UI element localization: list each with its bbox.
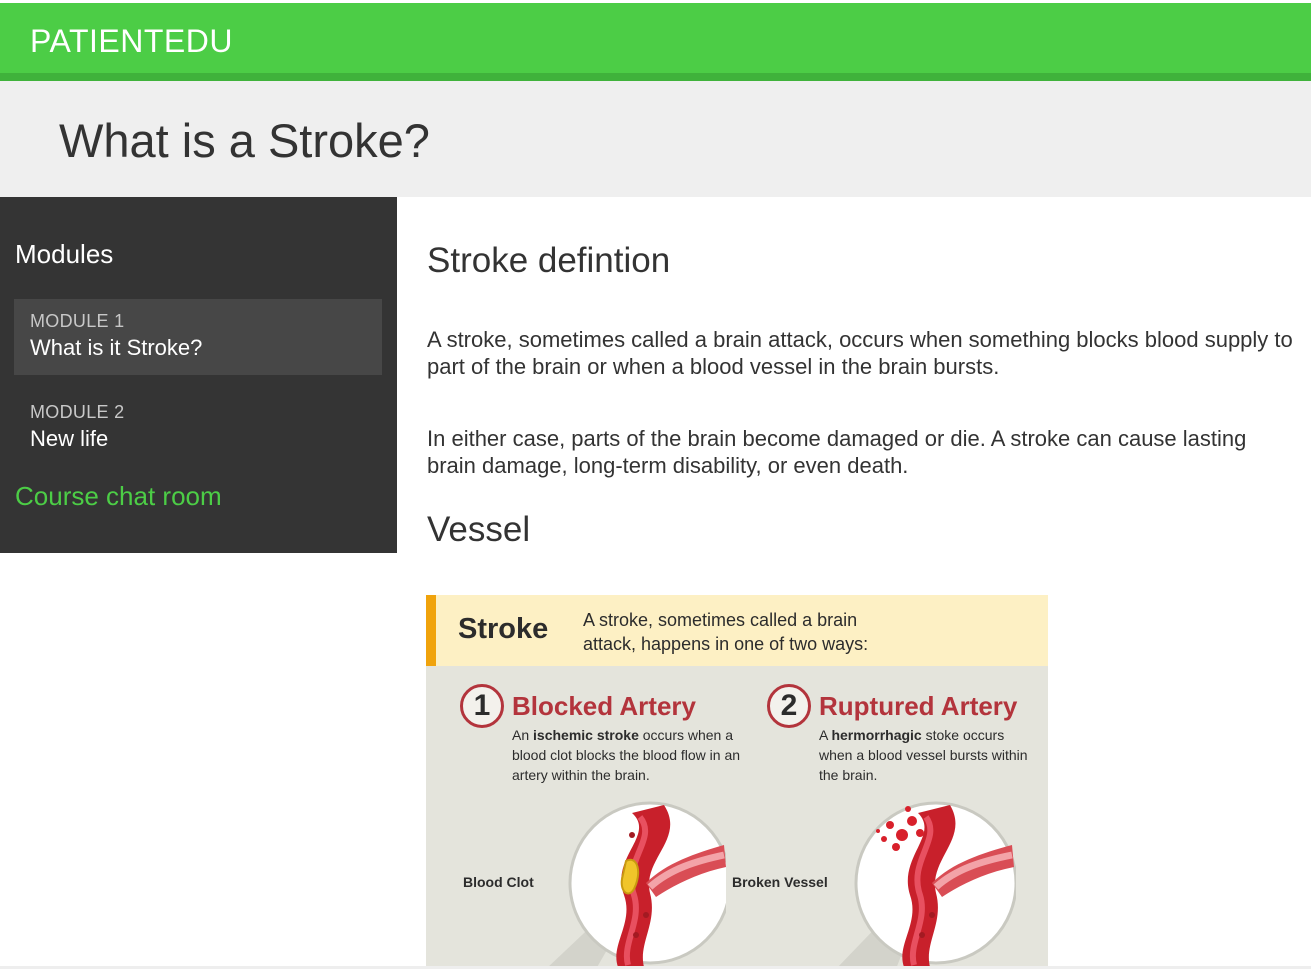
page-title: What is a Stroke?: [59, 114, 430, 167]
infographic-intro: A stroke, sometimes called a brain attac…: [583, 610, 869, 654]
broken-vessel-illustration: [836, 801, 1016, 969]
module-number: MODULE 2: [30, 402, 125, 422]
section-title-vessel: Vessel: [427, 510, 531, 549]
way-description-ruptured-artery: A hermorrhagic stoke occurs when a blood…: [819, 725, 1029, 785]
desc-bold-text: ischemic stroke: [533, 727, 639, 743]
section-title-definition: Stroke defintion: [427, 241, 671, 280]
way-number-badge: 2: [767, 684, 811, 728]
brand-logo[interactable]: PATIENTEDU: [30, 23, 233, 60]
module-title: What is it Stroke?: [30, 335, 203, 360]
sidebar-item-module-1[interactable]: MODULE 1 What is it Stroke?: [14, 299, 382, 375]
infographic-header: Stroke A stroke, sometimes called a brai…: [426, 595, 1048, 666]
blood-clot-illustration: [546, 801, 726, 969]
modules-sidebar: Modules MODULE 1 What is it Stroke? MODU…: [0, 197, 397, 553]
navbar: PATIENTEDU: [0, 3, 1311, 75]
sidebar-item-module-2[interactable]: MODULE 2 New life: [14, 390, 382, 466]
navbar-underline: [0, 73, 1311, 81]
broken-vessel-label: Broken Vessel: [732, 874, 828, 890]
desc-text: A: [819, 727, 832, 743]
way-title-ruptured-artery: Ruptured Artery: [819, 691, 1018, 721]
course-chat-room-link[interactable]: Course chat room: [15, 481, 222, 512]
way-title-blocked-artery: Blocked Artery: [512, 691, 696, 721]
page-header: What is a Stroke?: [0, 81, 1311, 197]
module-title: New life: [30, 426, 109, 451]
module-number: MODULE 1: [30, 311, 125, 331]
sidebar-heading: Modules: [15, 239, 114, 269]
stroke-infographic: Stroke A stroke, sometimes called a brai…: [426, 595, 1048, 969]
infographic-title: Stroke: [458, 613, 549, 645]
definition-paragraph-1: A stroke, sometimes called a brain attac…: [427, 327, 1293, 379]
way-number-badge: 1: [460, 684, 504, 728]
definition-paragraph-2: In either case, parts of the brain becom…: [427, 426, 1247, 478]
desc-text: An: [512, 727, 534, 743]
way-description-blocked-artery: An ischemic stroke occurs when a blood c…: [512, 725, 752, 785]
desc-bold-text: hermorrhagic: [831, 727, 922, 743]
blood-clot-label: Blood Clot: [463, 874, 534, 890]
